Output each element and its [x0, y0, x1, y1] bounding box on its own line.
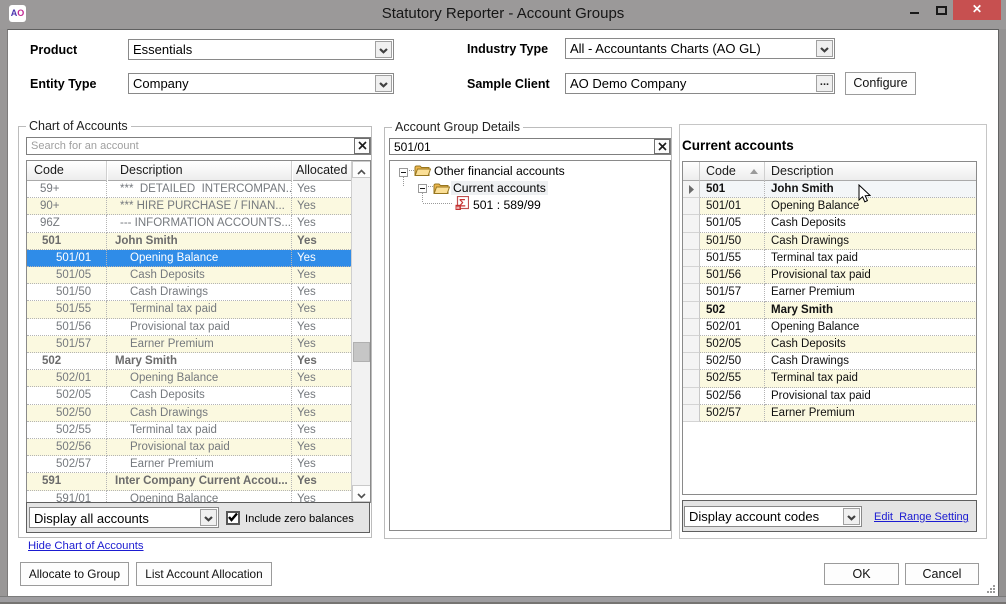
- svg-text:M: M: [456, 206, 459, 210]
